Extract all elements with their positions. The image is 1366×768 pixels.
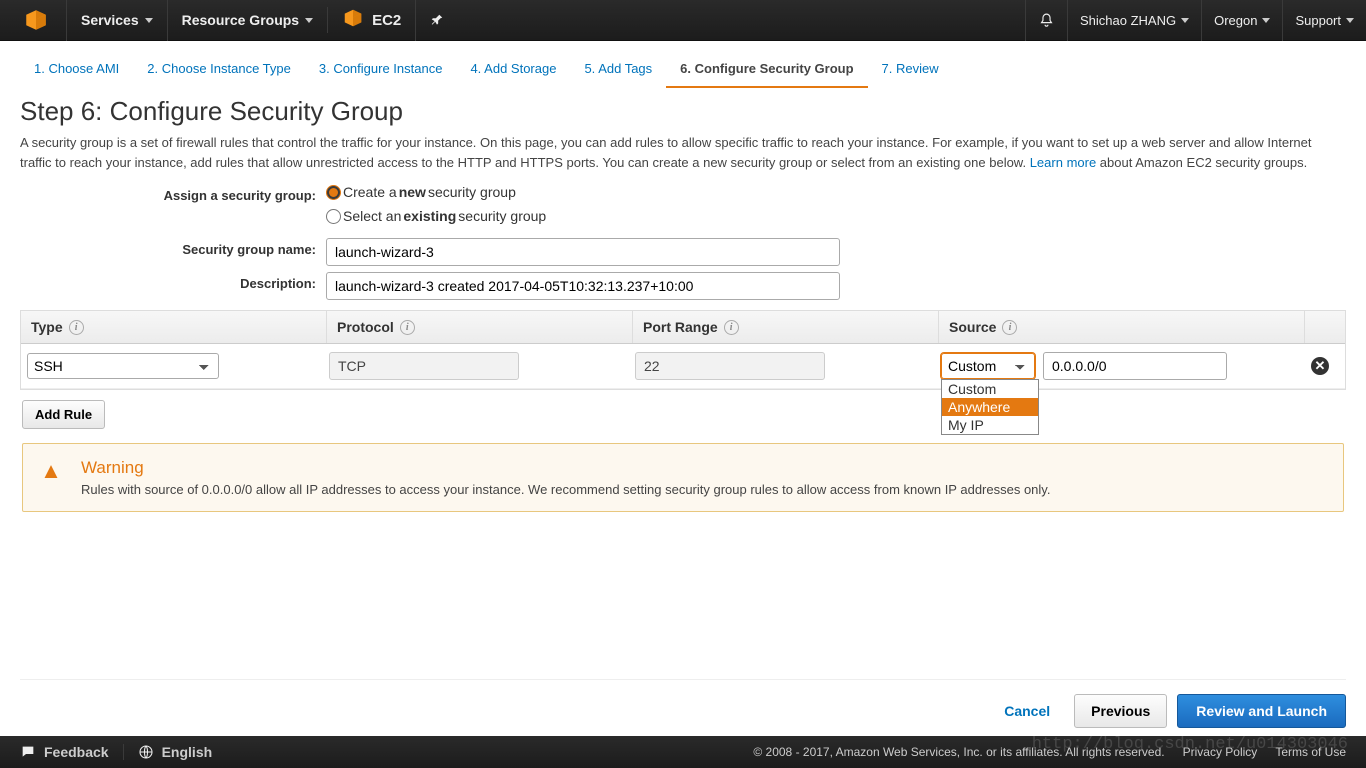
pin-icon — [430, 13, 444, 27]
radio-create-new-input[interactable] — [326, 185, 341, 200]
assign-sg-label: Assign a security group: — [20, 184, 326, 203]
radio-create-bold: new — [399, 184, 426, 200]
step-configure-instance[interactable]: 3. Configure Instance — [305, 53, 457, 88]
chevron-down-icon — [1262, 18, 1270, 23]
nav-ec2[interactable]: EC2 — [327, 7, 415, 33]
review-launch-button[interactable]: Review and Launch — [1177, 694, 1346, 728]
nav-resource-groups-label: Resource Groups — [182, 12, 299, 28]
warning-icon: ▲ — [39, 458, 63, 497]
sg-name-input[interactable] — [326, 238, 840, 266]
page-description: A security group is a set of firewall ru… — [20, 133, 1346, 172]
chevron-down-icon — [145, 18, 153, 23]
nav-notifications[interactable] — [1025, 0, 1067, 41]
footer-terms-link[interactable]: Terms of Use — [1275, 745, 1346, 759]
chevron-down-icon — [1181, 18, 1189, 23]
aws-logo-icon[interactable] — [22, 6, 50, 34]
info-icon[interactable]: i — [69, 320, 84, 335]
nav-resource-groups[interactable]: Resource Groups — [167, 0, 327, 41]
bell-icon — [1038, 12, 1055, 29]
header-protocol: Protocol i — [327, 311, 633, 343]
header-type: Typei — [21, 311, 327, 343]
radio-select-existing-input[interactable] — [326, 209, 341, 224]
sg-desc-label: Description: — [20, 272, 326, 291]
source-option-anywhere[interactable]: Anywhere — [942, 398, 1038, 416]
info-icon[interactable]: i — [1002, 320, 1017, 335]
rule-source-select[interactable]: Custom — [941, 353, 1035, 379]
radio-select-post: security group — [458, 208, 546, 224]
warning-title: Warning — [81, 458, 1050, 478]
nav-pin[interactable] — [415, 0, 458, 41]
sg-desc-input[interactable] — [326, 272, 840, 300]
rules-table-header: Typei Protocoli Port Rangei Sourcei — [21, 311, 1345, 344]
sg-name-label: Security group name: — [20, 238, 326, 257]
radio-select-pre: Select an — [343, 208, 401, 224]
nav-ec2-label: EC2 — [372, 12, 401, 29]
learn-more-link[interactable]: Learn more — [1030, 155, 1096, 170]
chevron-down-icon — [305, 18, 313, 23]
rule-protocol-field: TCP — [329, 352, 519, 380]
footer-language[interactable]: English — [123, 744, 213, 760]
step-choose-instance-type[interactable]: 2. Choose Instance Type — [133, 53, 305, 88]
header-port-range: Port Range i — [633, 311, 939, 343]
footer-copyright: © 2008 - 2017, Amazon Web Services, Inc.… — [753, 745, 1164, 759]
top-navigation: Services Resource Groups EC2 Shichao ZHA… — [0, 0, 1366, 41]
nav-user-label: Shichao ZHANG — [1080, 13, 1176, 28]
nav-services-label: Services — [81, 12, 139, 28]
radio-create-new[interactable]: Create a new security group — [326, 184, 1346, 200]
info-icon[interactable]: i — [400, 320, 415, 335]
nav-user[interactable]: Shichao ZHANG — [1067, 0, 1201, 41]
chevron-down-icon — [1346, 18, 1354, 23]
header-remove — [1305, 311, 1345, 343]
step-configure-security-group[interactable]: 6. Configure Security Group — [666, 53, 867, 88]
ec2-icon — [342, 7, 364, 33]
step-add-storage[interactable]: 4. Add Storage — [456, 53, 570, 88]
remove-rule-icon[interactable]: ✕ — [1311, 357, 1329, 375]
rule-type-select[interactable]: SSH — [27, 353, 219, 379]
rules-table: Typei Protocoli Port Rangei Sourcei SSH … — [20, 310, 1346, 390]
rule-port-field: 22 — [635, 352, 825, 380]
source-option-myip[interactable]: My IP — [942, 416, 1038, 434]
footer-feedback[interactable]: Feedback — [20, 744, 123, 760]
header-source-text: Source — [949, 319, 996, 335]
radio-select-bold: existing — [403, 208, 456, 224]
main-content: Step 6: Configure Security Group A secur… — [0, 88, 1366, 512]
header-source: Sourcei — [939, 311, 1305, 343]
wizard-steps: 1. Choose AMI 2. Choose Instance Type 3.… — [20, 53, 1366, 88]
nav-support-label: Support — [1295, 13, 1341, 28]
rule-source-input[interactable] — [1043, 352, 1227, 380]
step-review[interactable]: 7. Review — [868, 53, 953, 88]
page-title: Step 6: Configure Security Group — [20, 96, 1346, 127]
footer-feedback-label: Feedback — [44, 744, 109, 760]
source-option-custom[interactable]: Custom — [942, 380, 1038, 398]
globe-icon — [138, 744, 154, 760]
header-type-text: Type — [31, 319, 63, 335]
info-icon[interactable]: i — [724, 320, 739, 335]
radio-select-existing[interactable]: Select an existing security group — [326, 208, 1346, 224]
nav-region[interactable]: Oregon — [1201, 0, 1282, 41]
footer-language-label: English — [162, 744, 213, 760]
header-protocol-text: Protocol — [337, 319, 394, 335]
step-add-tags[interactable]: 5. Add Tags — [570, 53, 666, 88]
cancel-button[interactable]: Cancel — [990, 695, 1064, 727]
footer-privacy-link[interactable]: Privacy Policy — [1183, 745, 1258, 759]
radio-create-post: security group — [428, 184, 516, 200]
speech-bubble-icon — [20, 744, 36, 760]
nav-region-label: Oregon — [1214, 13, 1257, 28]
bottom-action-bar: Cancel Previous Review and Launch — [20, 679, 1346, 728]
nav-services[interactable]: Services — [66, 0, 167, 41]
radio-create-pre: Create a — [343, 184, 397, 200]
nav-support[interactable]: Support — [1282, 0, 1366, 41]
header-port-text: Port Range — [643, 319, 718, 335]
source-dropdown-menu: Custom Anywhere My IP — [941, 379, 1039, 435]
page-desc-text-2: about Amazon EC2 security groups. — [1096, 155, 1307, 170]
rule-row: SSH TCP 22 Custom Custom Anywhere My IP … — [21, 344, 1345, 389]
step-choose-ami[interactable]: 1. Choose AMI — [20, 53, 133, 88]
previous-button[interactable]: Previous — [1074, 694, 1167, 728]
add-rule-button[interactable]: Add Rule — [22, 400, 105, 429]
footer: Feedback English © 2008 - 2017, Amazon W… — [0, 736, 1366, 768]
warning-text: Rules with source of 0.0.0.0/0 allow all… — [81, 482, 1050, 497]
warning-box: ▲ Warning Rules with source of 0.0.0.0/0… — [22, 443, 1344, 512]
